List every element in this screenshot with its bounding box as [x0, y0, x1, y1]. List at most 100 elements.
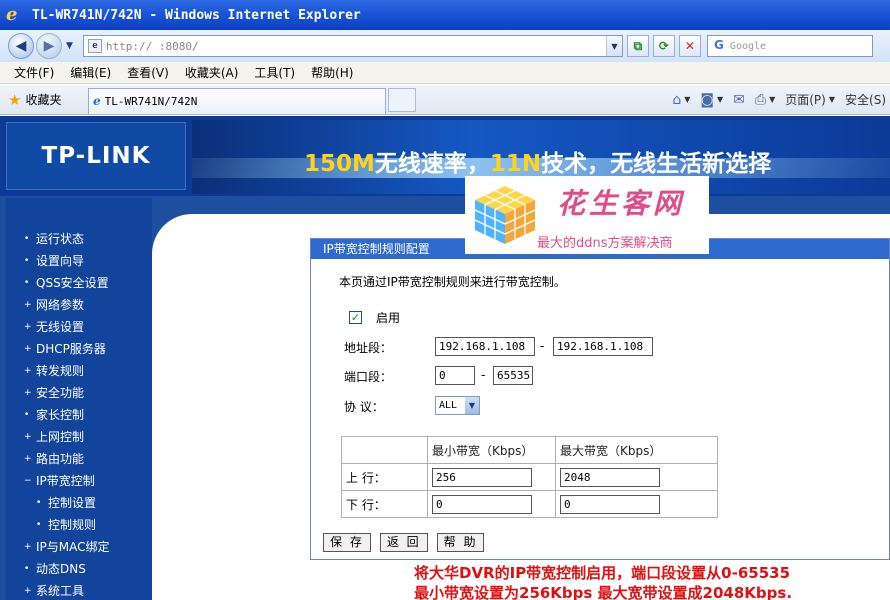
- watermark: 花生客网 最大的ddns方案解决商: [465, 176, 709, 254]
- col-min-bandwidth: 最小带宽（Kbps）: [427, 436, 556, 464]
- menu-view[interactable]: 查看(V): [127, 64, 169, 81]
- refresh-button[interactable]: ⟳: [652, 35, 675, 57]
- mail-icon: ✉: [733, 91, 745, 108]
- menu-file[interactable]: 文件(F): [14, 64, 54, 81]
- tab-ie-icon: e: [93, 94, 101, 108]
- mail-button[interactable]: ✉: [733, 92, 745, 108]
- menu-edit[interactable]: 编辑(E): [70, 64, 111, 81]
- compatibility-view-button[interactable]: ⧉: [626, 35, 649, 57]
- page-icon: e: [87, 39, 102, 53]
- command-bar: ⌂ ▼ ◙ ▼ ✉ ⎙ ▼ 页面(P) ▼ 安全(S): [662, 91, 890, 108]
- button-row: 保 存 返 回 帮 助: [323, 533, 493, 552]
- ie-logo-icon: e: [6, 4, 18, 25]
- port-range-label: 端口段：: [344, 370, 393, 384]
- port-end-input[interactable]: 65535: [493, 366, 533, 385]
- nav-ip-qos[interactable]: − IP带宽控制: [24, 472, 95, 489]
- printer-icon: ⎙: [754, 91, 767, 108]
- menu-favorites[interactable]: 收藏夹(A): [185, 64, 239, 81]
- up-max-input[interactable]: 2048: [560, 467, 660, 487]
- menu-help[interactable]: 帮助(H): [311, 64, 353, 81]
- watermark-title: 花生客网: [557, 187, 686, 220]
- forward-button[interactable]: ▶: [36, 33, 62, 59]
- qos-rule-panel: IP带宽控制规则配置 本页通过IP带宽控制规则来进行带宽控制。 ✓ 启用 地址段…: [310, 238, 890, 560]
- protocol-select[interactable]: ALL ▼: [435, 396, 480, 415]
- banner-slogan: 150M无线速率，11N技术，无线生活新选择: [304, 151, 772, 177]
- protocol-value: ALL: [439, 400, 458, 411]
- upstream-label: 上 行：: [341, 463, 428, 491]
- nav-routing[interactable]: + 路由功能: [24, 450, 84, 467]
- home-button[interactable]: ⌂ ▼: [672, 92, 690, 108]
- tab-bar: ★ 收藏夹 e TL-WR741N/742N ⌂ ▼ ◙ ▼ ✉ ⎙ ▼ 页面(P) ▼…: [0, 85, 890, 115]
- page-menu[interactable]: 页面(P) ▼: [785, 91, 835, 108]
- enable-label: 启用: [376, 311, 401, 325]
- protocol-label: 协 议：: [344, 400, 384, 414]
- rubik-cube-icon: [474, 186, 536, 244]
- rss-icon: ◙: [700, 91, 714, 108]
- address-toolbar: ◀ ▶ ▼ e http:// :8080/ ▼ ⧉ ⟳ ✕ G Google: [0, 30, 890, 62]
- nav-security[interactable]: + 安全功能: [24, 384, 84, 401]
- tab-router[interactable]: e TL-WR741N/742N: [88, 87, 386, 114]
- table-row: 下 行： 0 0: [341, 490, 718, 518]
- feeds-button[interactable]: ◙ ▼: [700, 92, 723, 108]
- address-range-label: 地址段：: [344, 341, 393, 355]
- nav-access-control[interactable]: + 上网控制: [24, 428, 84, 445]
- nav-qos-rules[interactable]: • 控制规则: [36, 516, 96, 533]
- save-button[interactable]: 保 存: [323, 533, 371, 552]
- tab-title: TL-WR741N/742N: [104, 94, 198, 108]
- help-button[interactable]: 帮 助: [436, 533, 485, 552]
- back-button-page[interactable]: 返 回: [379, 533, 428, 552]
- chevron-down-icon: ▼: [465, 397, 479, 414]
- nav-ddns[interactable]: • 动态DNS: [24, 560, 86, 577]
- table-row: 最小带宽（Kbps） 最大带宽（Kbps）: [341, 436, 718, 464]
- title-bar: e TL-WR741N/742N - Windows Internet Expl…: [0, 0, 890, 30]
- down-max-input[interactable]: 0: [560, 494, 660, 514]
- google-icon: G: [713, 38, 724, 52]
- nav-status[interactable]: • 运行状态: [24, 230, 84, 247]
- favorites-label: 收藏夹: [25, 93, 62, 107]
- nav-forwarding[interactable]: + 转发规则: [24, 362, 84, 379]
- address-bar[interactable]: e http:// :8080/ ▼: [82, 35, 623, 57]
- nav-dhcp[interactable]: + DHCP服务器: [24, 340, 106, 357]
- home-icon: ⌂: [672, 91, 682, 108]
- router-page: TP-LINK 150M无线速率，11N技术，无线生活新选择 • 运行状态 • 设置…: [0, 116, 890, 600]
- port-dash: -: [481, 368, 486, 382]
- window-title: TL-WR741N/742N - Windows Internet Explor…: [32, 7, 361, 23]
- nav-parental[interactable]: • 家长控制: [24, 406, 84, 423]
- address-start-input[interactable]: 192.168.1.108: [435, 337, 535, 356]
- url-text[interactable]: http:// :8080/: [106, 40, 606, 53]
- nav-qos-settings[interactable]: • 控制设置: [36, 494, 96, 511]
- bandwidth-table: 最小带宽（Kbps） 最大带宽（Kbps） 上 行： 256 2048 下 行：…: [341, 436, 718, 518]
- search-input[interactable]: G Google: [706, 35, 873, 57]
- back-button[interactable]: ◀: [8, 33, 34, 59]
- nav-qss[interactable]: • QSS安全设置: [24, 274, 109, 291]
- address-dash: -: [540, 339, 545, 353]
- up-min-input[interactable]: 256: [432, 467, 532, 487]
- history-dropdown-icon[interactable]: ▼: [66, 41, 73, 51]
- favorites-button[interactable]: ★ 收藏夹: [8, 91, 88, 109]
- annotation-line-2: 最小带宽设置为256Kbps 最大宽带设置成2048Kbps.: [414, 584, 793, 600]
- search-placeholder: Google: [729, 40, 767, 52]
- new-tab-button[interactable]: [388, 87, 416, 112]
- print-button[interactable]: ⎙ ▼: [755, 92, 775, 108]
- tplink-logo: TP-LINK: [6, 122, 186, 190]
- nav-network[interactable]: + 网络参数: [24, 296, 84, 313]
- panel-description: 本页通过IP带宽控制规则来进行带宽控制。: [339, 275, 566, 289]
- port-start-input[interactable]: 0: [435, 366, 475, 385]
- safety-menu[interactable]: 安全(S): [845, 91, 886, 108]
- col-max-bandwidth: 最大带宽（Kbps）: [555, 436, 718, 464]
- nav-system-tools[interactable]: + 系统工具: [24, 582, 84, 599]
- enable-row: ✓ 启用: [349, 309, 400, 326]
- address-end-input[interactable]: 192.168.1.108: [553, 337, 653, 356]
- nav-ip-mac-binding[interactable]: + IP与MAC绑定: [24, 538, 110, 555]
- annotation-line-1: 将大华DVR的IP带宽控制启用，端口段设置从0-65535: [414, 564, 791, 582]
- nav-wireless[interactable]: + 无线设置: [24, 318, 84, 335]
- left-nav: • 运行状态 • 设置向导 • QSS安全设置 + 网络参数 + 无线设置 + DHCP服务…: [6, 198, 152, 600]
- nav-wizard[interactable]: • 设置向导: [24, 252, 84, 269]
- address-dropdown-icon[interactable]: ▼: [605, 36, 622, 56]
- menu-tools[interactable]: 工具(T): [254, 64, 295, 81]
- enable-checkbox[interactable]: ✓: [349, 311, 362, 324]
- star-icon: ★: [8, 90, 22, 109]
- down-min-input[interactable]: 0: [432, 494, 532, 514]
- stop-button[interactable]: ✕: [678, 35, 701, 57]
- menu-bar: 文件(F) 编辑(E) 查看(V) 收藏夹(A) 工具(T) 帮助(H): [0, 62, 890, 84]
